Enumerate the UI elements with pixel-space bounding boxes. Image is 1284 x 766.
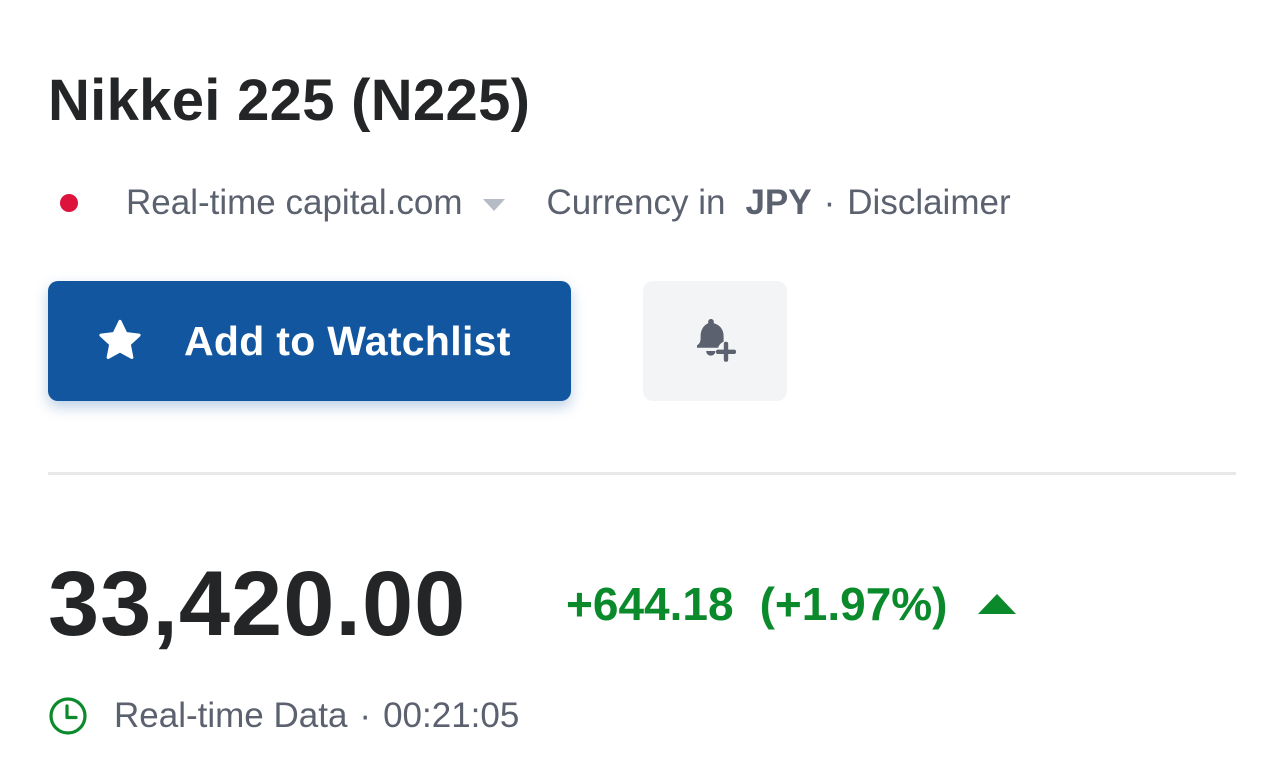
data-source-label: Real-time capital.com bbox=[126, 183, 463, 222]
price-change: +644.18 bbox=[566, 578, 734, 630]
data-status-row: Real-time Data · 00:21:05 bbox=[48, 692, 519, 740]
currency-prefix: Currency in bbox=[546, 183, 726, 222]
price-change-row: +644.18 (+1.97%) bbox=[566, 576, 1016, 632]
star-icon bbox=[99, 319, 141, 359]
add-to-watchlist-label: Add to Watchlist bbox=[184, 317, 511, 364]
clock-icon bbox=[49, 697, 87, 735]
meta-separator: · bbox=[823, 183, 836, 222]
live-status-dot-icon bbox=[60, 194, 78, 212]
meta-row: Real-time capital.com Currency in JPY · … bbox=[48, 178, 1011, 228]
data-timestamp: 00:21:05 bbox=[383, 696, 520, 735]
add-to-watchlist-button[interactable]: Add to Watchlist bbox=[48, 281, 571, 401]
create-alert-button[interactable] bbox=[643, 281, 787, 401]
status-separator: · bbox=[359, 696, 372, 735]
triangle-up-icon bbox=[977, 594, 1016, 614]
instrument-header: Nikkei 225 (N225) Real-time capital.com … bbox=[0, 0, 1284, 766]
price-change-percent: (+1.97%) bbox=[759, 578, 948, 630]
disclaimer-link[interactable]: Disclaimer bbox=[847, 183, 1010, 223]
bell-plus-icon bbox=[697, 319, 736, 362]
currency-code: JPY bbox=[745, 183, 812, 222]
chevron-down-icon bbox=[482, 199, 505, 211]
page-title: Nikkei 225 (N225) bbox=[48, 68, 531, 133]
last-price: 33,420.00 bbox=[48, 553, 467, 655]
data-status-label: Real-time Data bbox=[114, 696, 348, 735]
data-source-dropdown[interactable]: Real-time capital.com bbox=[126, 183, 505, 223]
section-divider bbox=[48, 472, 1236, 475]
